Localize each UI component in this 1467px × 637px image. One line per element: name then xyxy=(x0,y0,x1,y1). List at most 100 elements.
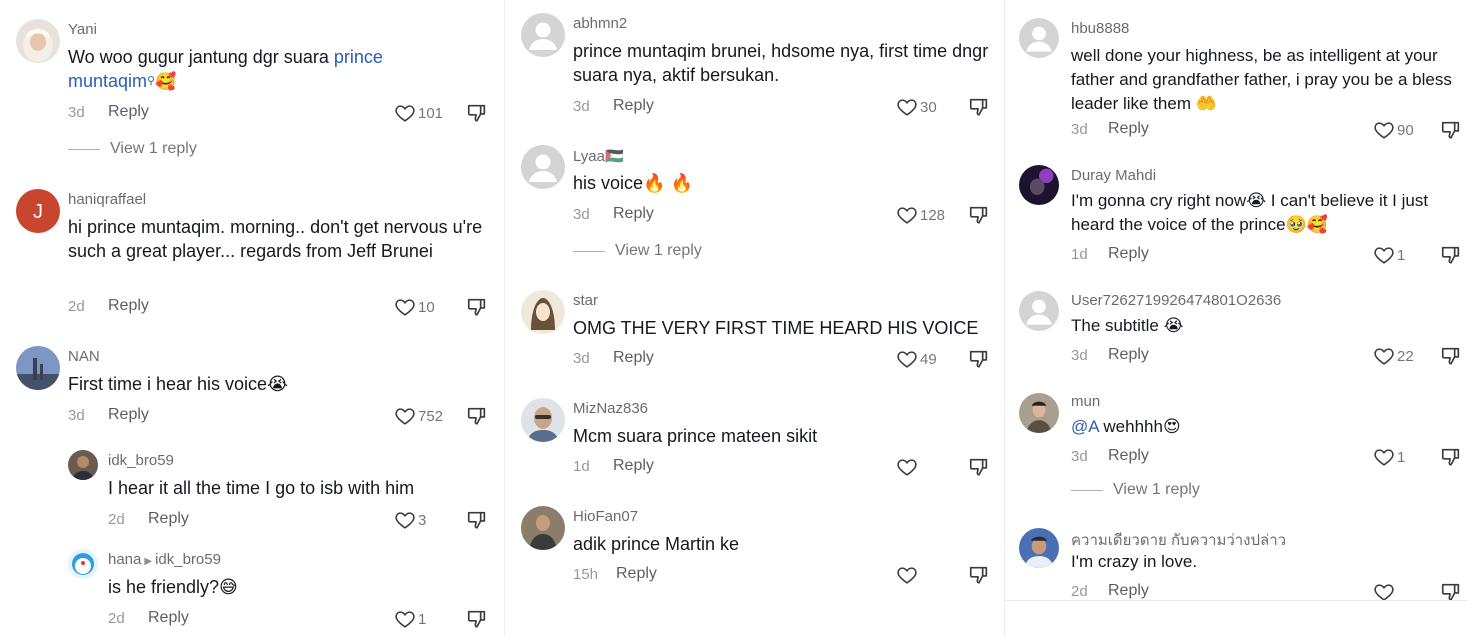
dislike-button[interactable] xyxy=(1440,119,1462,141)
dislike-button[interactable] xyxy=(968,96,990,118)
avatar[interactable] xyxy=(16,19,60,63)
dislike-button[interactable] xyxy=(968,564,990,586)
reply-button[interactable]: Reply xyxy=(148,510,189,528)
like-button[interactable]: 49 xyxy=(896,348,937,370)
comment-username[interactable]: NAN xyxy=(68,348,100,365)
divider xyxy=(573,250,605,252)
like-button[interactable]: 1 xyxy=(394,608,426,630)
thumbs-down-icon xyxy=(1440,244,1462,266)
avatar[interactable] xyxy=(16,346,60,390)
default-avatar-icon[interactable] xyxy=(521,13,565,57)
dislike-button[interactable] xyxy=(1440,345,1462,367)
dislike-button[interactable] xyxy=(1440,446,1462,468)
heart-outline-icon xyxy=(1373,119,1395,141)
like-button[interactable]: 1 xyxy=(1373,244,1405,266)
like-button[interactable]: 752 xyxy=(394,405,443,427)
comment-username[interactable]: abhmn2 xyxy=(573,15,627,32)
avatar[interactable] xyxy=(1019,393,1059,433)
like-count: 128 xyxy=(920,206,946,224)
dislike-button[interactable] xyxy=(968,456,990,478)
default-avatar-icon[interactable] xyxy=(521,145,565,189)
comment-username[interactable]: HioFan07 xyxy=(573,508,638,525)
comment-username[interactable]: hbu8888 xyxy=(1071,20,1129,37)
comment-time: 3d xyxy=(573,350,590,367)
like-button[interactable]: 10 xyxy=(394,296,435,318)
comment-username[interactable]: ความเดียวดาย กับความว่างปล่าว xyxy=(1071,528,1286,552)
reply-button[interactable]: Reply xyxy=(1108,346,1149,364)
like-button[interactable]: 128 xyxy=(896,204,945,226)
view-replies-button[interactable]: View 1 reply xyxy=(68,140,197,158)
reply-button[interactable]: Reply xyxy=(1108,582,1149,600)
like-count: 101 xyxy=(418,104,444,122)
dislike-button[interactable] xyxy=(1440,244,1462,266)
dislike-button[interactable] xyxy=(968,348,990,370)
dislike-button[interactable] xyxy=(466,608,488,630)
comment-username[interactable]: idk_bro59 xyxy=(108,452,174,469)
avatar[interactable] xyxy=(68,450,98,480)
comment-text: Wo woo gugur jantung dgr suara prince mu… xyxy=(68,45,448,94)
like-button[interactable]: 22 xyxy=(1373,345,1414,367)
mention-link[interactable]: @A xyxy=(1071,417,1099,436)
reply-button[interactable]: Reply xyxy=(148,609,189,627)
comment-text: prince muntaqim brunei, hdsome nya, firs… xyxy=(573,41,989,85)
thumbs-down-icon xyxy=(968,96,990,118)
dislike-button[interactable] xyxy=(466,509,488,531)
reply-button[interactable]: Reply xyxy=(613,97,654,115)
avatar[interactable] xyxy=(521,398,565,442)
thumbs-down-icon xyxy=(968,456,990,478)
avatar[interactable] xyxy=(1019,165,1059,205)
dislike-button[interactable] xyxy=(968,204,990,226)
like-button[interactable]: 1 xyxy=(1373,446,1405,468)
heart-outline-icon xyxy=(896,348,918,370)
comment-text: adik prince Martin ke xyxy=(573,534,740,554)
comment-username[interactable]: Lyaa🇵🇸 xyxy=(573,147,624,165)
reply-button[interactable]: Reply xyxy=(108,406,149,424)
comment-username[interactable]: MizNaz836 xyxy=(573,400,648,417)
like-button[interactable]: 3 xyxy=(394,509,426,531)
comment-username[interactable]: mun xyxy=(1071,393,1100,410)
reply-button[interactable]: Reply xyxy=(108,297,149,315)
comment-username[interactable]: Yani xyxy=(68,21,97,38)
comment-username[interactable]: Duray Mahdi xyxy=(1071,167,1156,184)
reply-button[interactable]: Reply xyxy=(1108,447,1149,465)
avatar[interactable] xyxy=(1019,528,1059,568)
comment-username[interactable]: User7262719926474801O2636 xyxy=(1071,292,1281,309)
dislike-button[interactable] xyxy=(466,102,488,124)
bottom-divider xyxy=(1005,600,1467,601)
thumbs-down-icon xyxy=(466,296,488,318)
reply-button[interactable]: Reply xyxy=(613,457,654,475)
like-button[interactable] xyxy=(896,456,920,478)
like-button[interactable]: 30 xyxy=(896,96,937,118)
avatar[interactable]: J xyxy=(16,189,60,233)
reply-button[interactable]: Reply xyxy=(613,349,654,367)
comment-text: hi prince muntaqim. morning.. don't get … xyxy=(68,217,483,261)
like-button[interactable]: 90 xyxy=(1373,119,1414,141)
like-button[interactable]: 101 xyxy=(394,102,443,124)
reply-button[interactable]: Reply xyxy=(613,205,654,223)
thumbs-down-icon xyxy=(968,348,990,370)
reply-button[interactable]: Reply xyxy=(616,565,657,583)
comments-panel-3: hbu8888 well done your highness, be as i… xyxy=(1005,0,1467,637)
default-avatar-icon[interactable] xyxy=(1019,18,1059,58)
reply-button[interactable]: Reply xyxy=(1108,245,1149,263)
comment-text: OMG THE VERY FIRST TIME HEARD HIS VOICE xyxy=(573,318,979,338)
avatar[interactable] xyxy=(521,290,565,334)
avatar[interactable] xyxy=(521,506,565,550)
default-avatar-icon[interactable] xyxy=(1019,291,1059,331)
replied-to-username[interactable]: idk_bro59 xyxy=(155,551,221,568)
comment-username[interactable]: star xyxy=(573,292,598,309)
reply-button[interactable]: Reply xyxy=(108,103,149,121)
like-button[interactable] xyxy=(896,564,920,586)
reply-username[interactable]: hana xyxy=(108,551,141,568)
reply-button[interactable]: Reply xyxy=(1108,120,1149,138)
thumbs-down-icon xyxy=(968,564,990,586)
divider xyxy=(1071,489,1103,491)
view-replies-button[interactable]: View 1 reply xyxy=(573,242,702,260)
comment-username[interactable]: haniqraffael xyxy=(68,191,146,208)
dislike-button[interactable] xyxy=(466,296,488,318)
view-replies-button[interactable]: View 1 reply xyxy=(1071,481,1200,499)
avatar[interactable] xyxy=(68,549,98,579)
dislike-button[interactable] xyxy=(466,405,488,427)
comment-text: First time i hear his voice😭 xyxy=(68,374,289,394)
heart-outline-icon xyxy=(896,96,918,118)
